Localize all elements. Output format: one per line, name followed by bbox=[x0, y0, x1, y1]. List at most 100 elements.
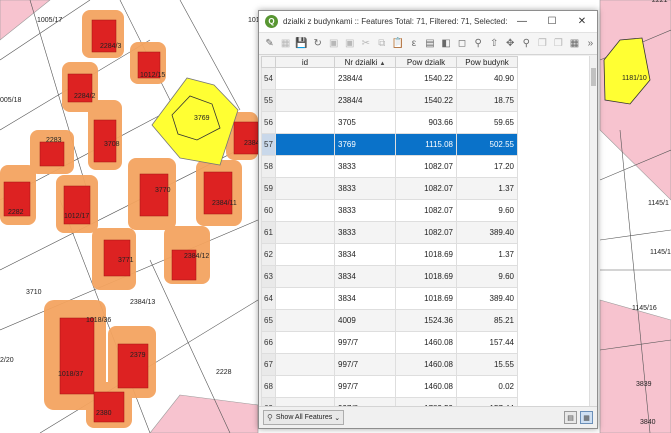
cell-pow-budynk[interactable]: 0.02 bbox=[456, 375, 518, 398]
vertical-scrollbar[interactable] bbox=[589, 56, 597, 406]
select-by-expression-icon[interactable]: ε bbox=[407, 36, 420, 51]
multi-edit-icon[interactable]: ▦ bbox=[279, 36, 292, 51]
row-number[interactable]: 54 bbox=[261, 67, 276, 90]
cell-id[interactable] bbox=[275, 155, 335, 178]
select-all-icon[interactable]: ▤ bbox=[423, 36, 436, 51]
column-header-nr-dzialki[interactable]: Nr dzialki ▲ bbox=[334, 56, 396, 68]
cell-pow-dzialk[interactable]: 1018.69 bbox=[395, 265, 457, 288]
cell-pow-budynk[interactable]: 59.65 bbox=[456, 111, 518, 134]
row-number[interactable]: 66 bbox=[261, 331, 276, 354]
table-row[interactable]: 69 997/81782.59157.44 bbox=[261, 397, 518, 406]
cell-pow-dzialk[interactable]: 1082.07 bbox=[395, 221, 457, 244]
row-number[interactable]: 62 bbox=[261, 243, 276, 266]
form-view-icon[interactable]: ▤ bbox=[564, 411, 577, 424]
cell-id[interactable] bbox=[275, 89, 335, 112]
table-row[interactable]: 56 3705 903.66 59.65 bbox=[261, 111, 518, 134]
cell-id[interactable] bbox=[275, 353, 335, 376]
row-number[interactable]: 55 bbox=[261, 89, 276, 112]
table-row[interactable]: 57 3769 1115.08 502.55 bbox=[261, 133, 518, 156]
table-row[interactable]: 68 997/7 1460.08 0.02 bbox=[261, 375, 518, 398]
cell-pow-budynk[interactable]: 157.44 bbox=[456, 397, 518, 406]
cell-pow-budynk[interactable]: 9.60 bbox=[456, 265, 518, 288]
copy-icon[interactable]: ⧉ bbox=[375, 36, 388, 51]
cell-pow-dzialk[interactable]: 1115.08 bbox=[395, 133, 457, 156]
cell-pow-dzialk[interactable]: 1082.07 bbox=[395, 155, 457, 178]
reload-icon[interactable]: ↻ bbox=[311, 36, 324, 51]
minimize-button[interactable]: — bbox=[507, 11, 537, 33]
cell-pow-budynk[interactable]: 15.55 bbox=[456, 353, 518, 376]
filter-icon[interactable]: ⚲ bbox=[472, 36, 485, 51]
close-button[interactable]: ✕ bbox=[567, 11, 597, 33]
cut-icon[interactable]: ✂ bbox=[359, 36, 372, 51]
cell-id[interactable] bbox=[275, 375, 335, 398]
show-all-features-dropdown[interactable]: ⚲ Show All Features ⌄ bbox=[263, 410, 345, 425]
cell-pow-budynk[interactable]: 1.37 bbox=[456, 177, 518, 200]
row-number[interactable]: 59 bbox=[261, 177, 276, 200]
table-row[interactable]: 60 3833 1082.07 9.60 bbox=[261, 199, 518, 222]
field-calculator-icon[interactable]: ▦ bbox=[568, 36, 581, 51]
scrollbar-thumb[interactable] bbox=[591, 68, 596, 86]
table-row[interactable]: 61 3833 1082.07 389.40 bbox=[261, 221, 518, 244]
cell-pow-dzialk[interactable]: 1018.69 bbox=[395, 287, 457, 310]
pencil-icon[interactable]: ✎ bbox=[263, 36, 276, 51]
row-number[interactable]: 63 bbox=[261, 265, 276, 288]
cell-pow-budynk[interactable]: 40.90 bbox=[456, 67, 518, 90]
table-row[interactable]: 67 997/7 1460.08 15.55 bbox=[261, 353, 518, 376]
cell-nr-dzialki[interactable]: 3834 bbox=[334, 287, 396, 310]
cell-pow-dzialk[interactable]: 1540.22 bbox=[395, 89, 457, 112]
table-row[interactable]: 62 3834 1018.69 1.37 bbox=[261, 243, 518, 266]
table-row[interactable]: 63 3834 1018.69 9.60 bbox=[261, 265, 518, 288]
cell-nr-dzialki[interactable]: 997/7 bbox=[334, 331, 396, 354]
cell-nr-dzialki[interactable]: 3705 bbox=[334, 111, 396, 134]
cell-id[interactable] bbox=[275, 111, 335, 134]
attribute-table-window[interactable]: Q dzialki z budynkami :: Features Total:… bbox=[258, 10, 598, 429]
row-number[interactable]: 64 bbox=[261, 287, 276, 310]
row-number[interactable]: 67 bbox=[261, 353, 276, 376]
row-number[interactable]: 56 bbox=[261, 111, 276, 134]
table-row[interactable]: 66 997/7 1460.08 157.44 bbox=[261, 331, 518, 354]
cell-id[interactable] bbox=[275, 177, 335, 200]
cell-id[interactable] bbox=[275, 397, 335, 406]
table-row[interactable]: 64 3834 1018.69 389.40 bbox=[261, 287, 518, 310]
add-feature-icon[interactable]: ▣ bbox=[327, 36, 340, 51]
cell-nr-dzialki[interactable]: 997/7 bbox=[334, 375, 396, 398]
table-row[interactable]: 58 3833 1082.07 17.20 bbox=[261, 155, 518, 178]
title-bar[interactable]: Q dzialki z budynkami :: Features Total:… bbox=[259, 11, 597, 33]
table-row[interactable]: 65 4009 1524.36 85.21 bbox=[261, 309, 518, 332]
row-number[interactable]: 65 bbox=[261, 309, 276, 332]
row-number[interactable]: 58 bbox=[261, 155, 276, 178]
cell-nr-dzialki[interactable]: 3769 bbox=[334, 133, 396, 156]
cell-nr-dzialki[interactable]: 3834 bbox=[334, 265, 396, 288]
cell-nr-dzialki[interactable]: 2384/4 bbox=[334, 67, 396, 90]
column-header-pow-budynk[interactable]: Pow budynk bbox=[456, 56, 518, 68]
cell-nr-dzialki[interactable]: 997/7 bbox=[334, 353, 396, 376]
cell-nr-dzialki[interactable]: 2384/4 bbox=[334, 89, 396, 112]
cell-nr-dzialki[interactable]: 3834 bbox=[334, 243, 396, 266]
cell-id[interactable] bbox=[275, 287, 335, 310]
cell-nr-dzialki[interactable]: 3833 bbox=[334, 221, 396, 244]
cell-pow-budynk[interactable]: 157.44 bbox=[456, 331, 518, 354]
paste-rows-icon[interactable]: ❐ bbox=[552, 36, 565, 51]
copy-rows-icon[interactable]: ❐ bbox=[536, 36, 549, 51]
save-icon[interactable]: 💾 bbox=[295, 36, 308, 51]
cell-id[interactable] bbox=[275, 309, 335, 332]
invert-selection-icon[interactable]: ◧ bbox=[440, 36, 453, 51]
cell-nr-dzialki[interactable]: 3833 bbox=[334, 199, 396, 222]
row-number[interactable]: 57 bbox=[261, 133, 276, 156]
cell-pow-dzialk[interactable]: 1540.22 bbox=[395, 67, 457, 90]
cell-pow-dzialk[interactable]: 1460.08 bbox=[395, 353, 457, 376]
column-header-id[interactable]: id bbox=[275, 56, 335, 68]
cell-pow-budynk[interactable]: 9.60 bbox=[456, 199, 518, 222]
deselect-icon[interactable]: ◻ bbox=[456, 36, 469, 51]
cell-id[interactable] bbox=[275, 221, 335, 244]
cell-id[interactable] bbox=[275, 199, 335, 222]
cell-pow-budynk[interactable]: 502.55 bbox=[456, 133, 518, 156]
cell-pow-dzialk[interactable]: 1082.07 bbox=[395, 199, 457, 222]
cell-pow-budynk[interactable]: 85.21 bbox=[456, 309, 518, 332]
cell-id[interactable] bbox=[275, 331, 335, 354]
cell-pow-dzialk[interactable]: 1082.07 bbox=[395, 177, 457, 200]
row-number[interactable]: 69 bbox=[261, 397, 276, 406]
cell-id[interactable] bbox=[275, 243, 335, 266]
cell-nr-dzialki[interactable]: 4009 bbox=[334, 309, 396, 332]
cell-pow-budynk[interactable]: 17.20 bbox=[456, 155, 518, 178]
